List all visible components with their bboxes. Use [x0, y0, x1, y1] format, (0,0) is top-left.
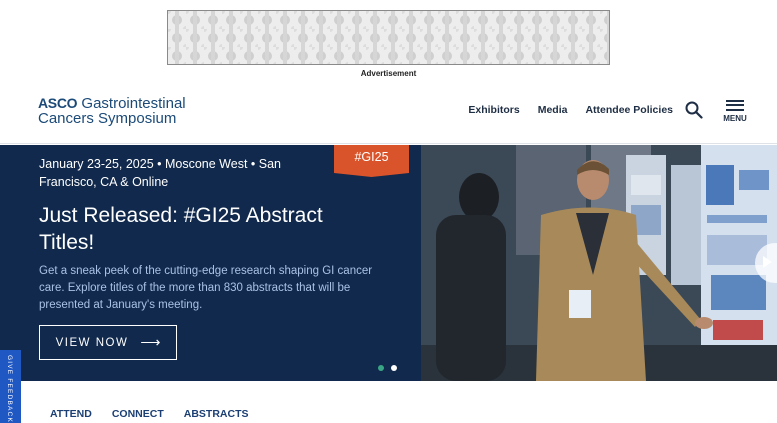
nav-exhibitors[interactable]: Exhibitors: [468, 104, 519, 116]
page: Advertisement ASCO Gastrointestinal Canc…: [0, 0, 777, 423]
chevron-right-icon: [763, 256, 772, 268]
hero-photo: [421, 145, 777, 381]
hero-panel: January 23-25, 2025 • Moscone West • San…: [0, 145, 421, 381]
search-icon[interactable]: [685, 101, 703, 119]
logo-brand: ASCO: [38, 95, 78, 111]
feedback-label: GIVE FEEDBACK: [6, 355, 13, 423]
nav-attendee-policies[interactable]: Attendee Policies: [585, 104, 673, 116]
hamburger-icon: [726, 99, 744, 111]
nav-media[interactable]: Media: [538, 104, 568, 116]
carousel-dots: [378, 365, 404, 371]
advertisement-banner[interactable]: [167, 10, 610, 65]
hero-title: Just Released: #GI25 Abstract Titles!: [39, 204, 323, 254]
advertisement-label: Advertisement: [360, 69, 417, 78]
arrow-right-icon: ⟶: [140, 334, 161, 350]
conference-photo: [421, 145, 777, 381]
section-nav: ATTEND CONNECT ABSTRACTS: [50, 408, 268, 420]
carousel-dot-2[interactable]: [391, 365, 397, 371]
view-now-button[interactable]: VIEW NOW ⟶: [39, 325, 177, 360]
hero-description: Get a sneak peek of the cutting-edge res…: [39, 265, 373, 311]
view-now-label: VIEW NOW: [55, 336, 129, 349]
section-nav-abstracts[interactable]: ABSTRACTS: [184, 408, 249, 420]
menu-label: MENU: [723, 113, 747, 123]
logo-line2: Cancers Symposium: [38, 110, 177, 127]
ad-pattern: [168, 11, 609, 64]
top-nav: Exhibitors Media Attendee Policies MENU: [450, 96, 777, 124]
header-divider: [0, 143, 777, 144]
section-nav-connect[interactable]: CONNECT: [112, 408, 164, 420]
section-nav-attend[interactable]: ATTEND: [50, 408, 92, 420]
hero-carousel: January 23-25, 2025 • Moscone West • San…: [0, 145, 777, 381]
carousel-dot-1[interactable]: [378, 365, 384, 371]
menu-button[interactable]: MENU: [715, 98, 755, 123]
hashtag-label: #GI25: [354, 150, 389, 164]
event-date-location: January 23-25, 2025 • Moscone West • San…: [39, 157, 281, 189]
site-logo[interactable]: ASCO Gastrointestinal Cancers Symposium: [38, 95, 186, 127]
